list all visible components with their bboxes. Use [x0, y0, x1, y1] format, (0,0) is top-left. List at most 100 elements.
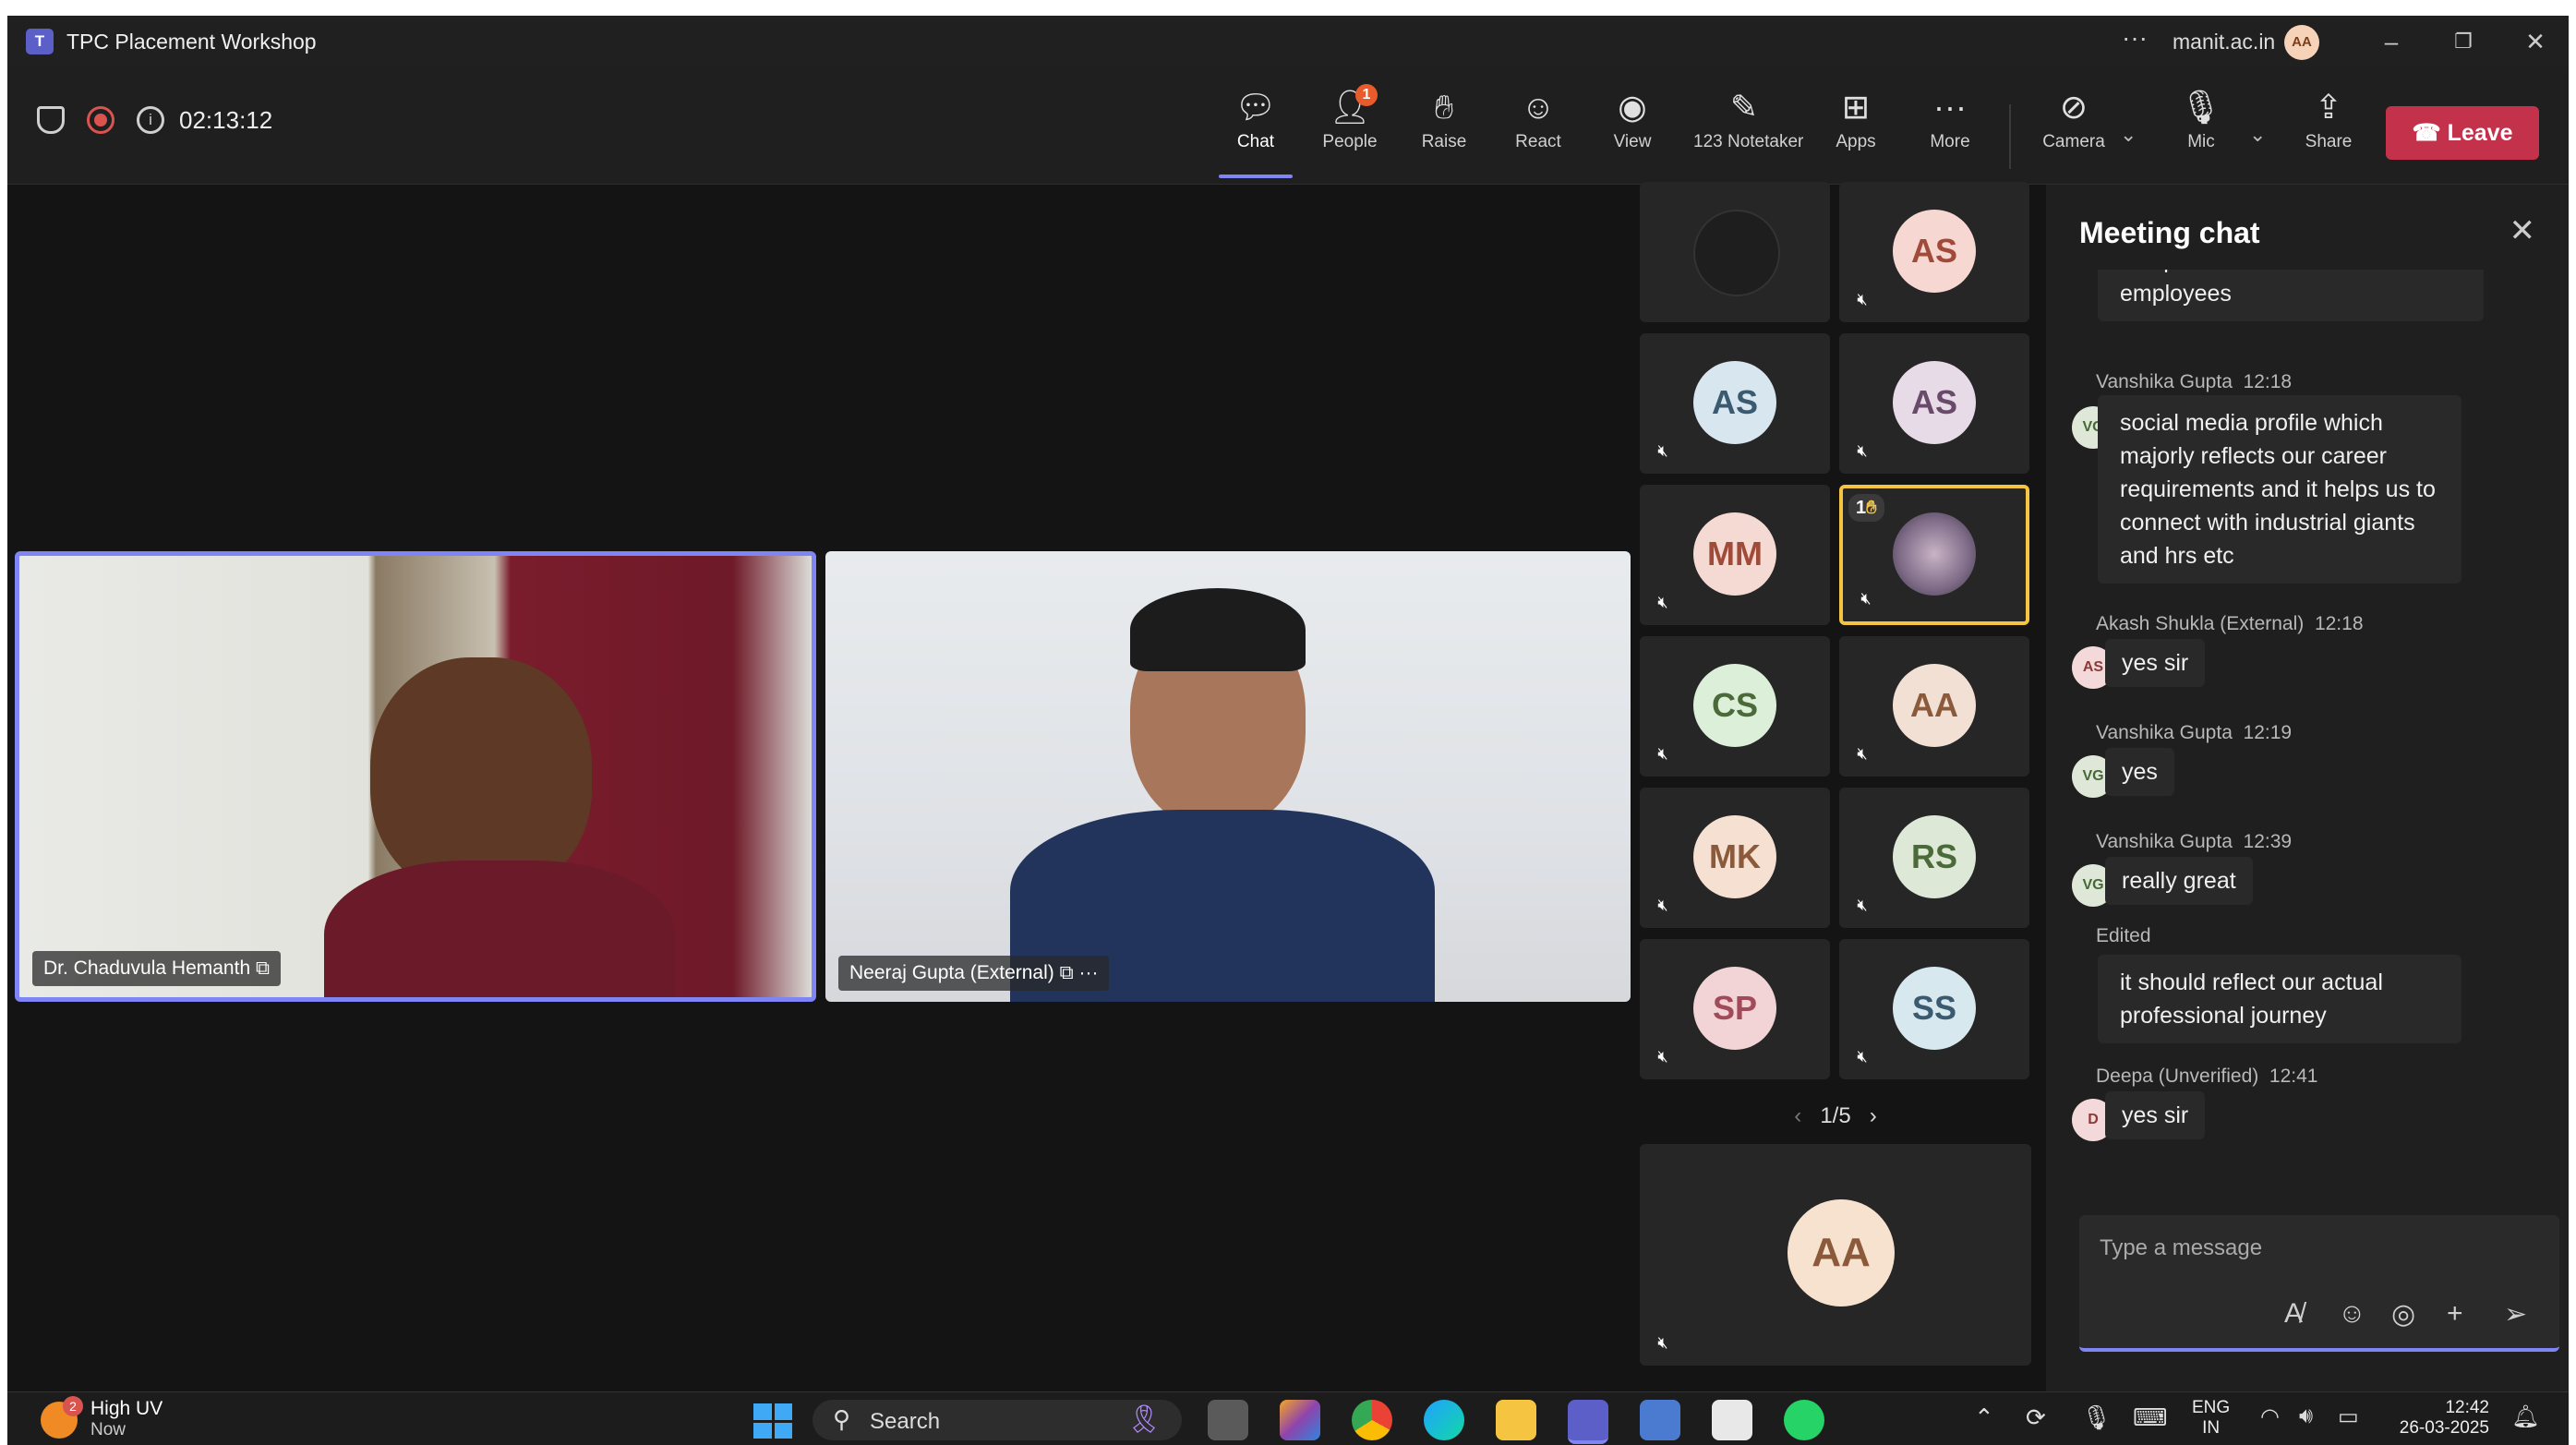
participant-tile[interactable]: AS 🔇︎ — [1839, 182, 2029, 322]
notetaker-button[interactable]: ✎ 123 Notetaker — [1693, 86, 1803, 175]
send-icon[interactable]: ➢ — [2504, 1298, 2527, 1331]
more-options-icon[interactable]: ··· — [2122, 23, 2148, 53]
notification-bell-icon[interactable]: 🔔︎ — [2511, 1403, 2539, 1430]
microphone-icon[interactable]: 🎙︎ — [2081, 1403, 2112, 1432]
weather-badge: 2 — [63, 1396, 83, 1416]
edge-icon[interactable] — [1424, 1400, 1464, 1440]
recording-icon[interactable] — [87, 106, 114, 134]
restore-icon[interactable]: ❐ — [2445, 23, 2482, 60]
people-button[interactable]: 👤︎ 1 People — [1306, 84, 1394, 175]
mic-muted-icon: 🔇︎ — [1857, 290, 1868, 308]
participant-tile[interactable]: AA 🔇︎ — [1839, 636, 2029, 777]
chrome-icon[interactable] — [1352, 1400, 1392, 1440]
add-icon[interactable]: + — [2447, 1298, 2463, 1330]
participant-tile[interactable]: SP 🔇︎ — [1640, 939, 1830, 1079]
more-icon[interactable]: ··· — [1078, 962, 1098, 983]
teams-taskbar-icon[interactable] — [1568, 1400, 1608, 1444]
mic-options-chevron-icon[interactable]: ⌄ — [2249, 123, 2266, 147]
emoji-icon[interactable]: ☺ — [2338, 1298, 2366, 1330]
next-page-icon[interactable]: › — [1870, 1103, 1877, 1128]
close-chat-icon[interactable]: ✕ — [2510, 212, 2536, 249]
volume-icon[interactable]: 🔊︎ — [2299, 1403, 2313, 1429]
leave-button[interactable]: ☎ Leave — [2386, 106, 2539, 160]
apps-icon: ⊞ — [1841, 88, 1871, 126]
apps-button[interactable]: ⊞ Apps — [1812, 86, 1900, 175]
participant-tile[interactable]: SS 🔇︎ — [1839, 939, 2029, 1079]
copilot-icon[interactable] — [1280, 1400, 1320, 1440]
mic-muted-icon: 🔇︎ — [1657, 1333, 1668, 1352]
wifi-icon[interactable]: ◠ — [2260, 1403, 2280, 1430]
chat-messages: companies/offices and employees Vanshika… — [2046, 270, 2569, 1193]
teams-logo-icon: T — [26, 29, 54, 54]
taskbar-search[interactable]: ⚲ Search 🎗︎ — [813, 1400, 1182, 1440]
raised-hand-icon: ✋︎ — [1866, 498, 1877, 518]
close-window-icon[interactable]: ✕ — [2517, 23, 2554, 60]
participant-photo — [1893, 512, 1976, 596]
participant-tile[interactable]: CS 🔇︎ — [1640, 636, 1830, 777]
chat-button[interactable]: 💬︎ Chat — [1211, 86, 1300, 178]
message-meta: Vanshika Gupta 12:19 — [2096, 722, 2293, 743]
people-badge: 1 — [1355, 84, 1378, 106]
minimize-icon[interactable]: – — [2373, 23, 2410, 60]
org-name: manit.ac.in — [2173, 30, 2276, 54]
format-icon[interactable]: A̸ — [2284, 1298, 2303, 1330]
task-view-icon[interactable] — [1208, 1400, 1248, 1440]
chat-message: yes sir — [2105, 1091, 2206, 1139]
language-indicator[interactable]: ENG IN — [2192, 1398, 2230, 1439]
video-tile-hemanth[interactable]: Dr. Chaduvula Hemanth ⧉ — [15, 551, 816, 1002]
tray-chevron-up-icon[interactable]: ⌃ — [1974, 1403, 1994, 1432]
participant-tile[interactable]: AS 🔇︎ — [1640, 333, 1830, 474]
react-button[interactable]: ☺ React — [1494, 86, 1583, 175]
keyboard-icon[interactable]: ⌨ — [2133, 1403, 2168, 1432]
mic-button[interactable]: 🎙︎ Mic — [2157, 86, 2245, 175]
video-tile-neeraj[interactable]: Neeraj Gupta (External) ⧉ ··· — [825, 551, 1631, 1002]
weather-subtitle: Now — [90, 1420, 126, 1439]
participant-tile-hand-raised[interactable]: 1✋︎ 🔇︎ — [1839, 485, 2029, 625]
toolbar-separator — [2009, 104, 2011, 169]
message-composer[interactable]: Type a message A̸ ☺ ◎ + ➢ — [2079, 1215, 2559, 1352]
shield-icon[interactable] — [37, 106, 65, 134]
message-meta: Akash Shukla (External) 12:18 — [2096, 613, 2364, 634]
raised-hand-badge: 1✋︎ — [1848, 494, 1884, 522]
participant-tile[interactable]: MM 🔇︎ — [1640, 485, 1830, 625]
view-button[interactable]: ◉ View — [1588, 86, 1677, 175]
participant-avatar: AS — [1893, 210, 1976, 293]
loop-icon[interactable]: ◎ — [2391, 1298, 2415, 1331]
user-avatar[interactable]: AA — [2284, 25, 2319, 60]
whatsapp-icon[interactable] — [1784, 1400, 1824, 1440]
store-icon[interactable] — [1712, 1400, 1752, 1440]
smiley-icon: ☺ — [1521, 88, 1556, 126]
file-explorer-icon[interactable] — [1496, 1400, 1536, 1440]
camera-options-chevron-icon[interactable]: ⌄ — [2120, 123, 2137, 147]
chat-message: companies/offices and employees — [2098, 270, 2484, 321]
edited-label: Edited — [2096, 925, 2151, 946]
message-meta: Deepa (Unverified) 12:41 — [2096, 1066, 2318, 1087]
weather-icon[interactable]: 2 — [41, 1396, 83, 1439]
message-meta: Vanshika Gupta 12:18 — [2096, 371, 2293, 392]
windows-taskbar: 2 High UV Now ⚲ Search 🎗︎ ⌃ ⟳ 🎙︎ ⌨ ENG I… — [7, 1391, 2569, 1445]
participant-tile[interactable]: RS 🔇︎ — [1839, 788, 2029, 928]
participant-shirt — [324, 861, 675, 997]
chat-message: yes sir — [2105, 639, 2206, 687]
participant-avatar: AS — [1693, 361, 1776, 444]
info-icon[interactable]: i — [137, 106, 164, 134]
camera-button[interactable]: ⊘ Camera — [2029, 86, 2118, 175]
raise-hand-button[interactable]: ✋︎ Raise — [1400, 86, 1488, 175]
participant-avatar: AA — [1788, 1199, 1895, 1307]
participant-avatar: SP — [1693, 967, 1776, 1050]
teams-window: T TPC Placement Workshop ··· manit.ac.in… — [7, 16, 2569, 1445]
share-button[interactable]: ⇪ Share — [2284, 86, 2373, 175]
participant-tile[interactable] — [1640, 182, 1830, 322]
participant-tile[interactable]: AS 🔇︎ — [1839, 333, 2029, 474]
windows-start-icon[interactable] — [753, 1403, 792, 1439]
sync-icon[interactable]: ⟳ — [2026, 1403, 2046, 1432]
battery-icon[interactable]: ▭ — [2338, 1403, 2359, 1430]
more-button[interactable]: ··· More — [1906, 86, 1994, 175]
clock[interactable]: 12:42 26-03-2025 — [2388, 1398, 2489, 1439]
participant-tile[interactable]: MK 🔇︎ — [1640, 788, 1830, 928]
featured-participant-tile[interactable]: AA 🔇︎ — [1640, 1144, 2031, 1366]
message-input-placeholder: Type a message — [2100, 1235, 2263, 1260]
mic-muted-icon: 🔇︎ — [1860, 589, 1872, 608]
app-icon[interactable] — [1640, 1400, 1680, 1440]
prev-page-icon[interactable]: ‹ — [1794, 1103, 1801, 1128]
